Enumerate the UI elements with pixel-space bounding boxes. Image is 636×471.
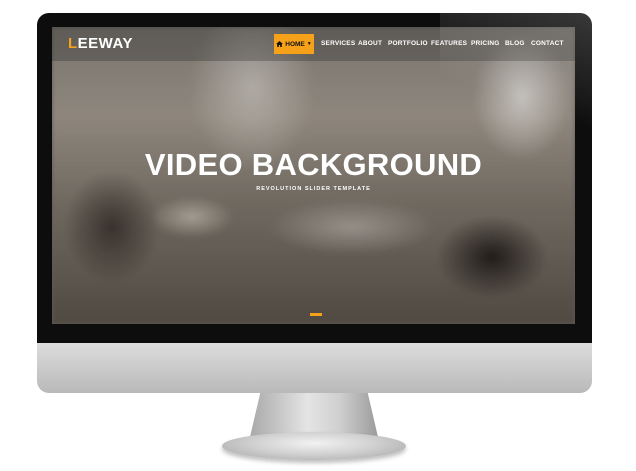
logo-initial: L: [68, 35, 78, 52]
nav-item-portfolio[interactable]: PORTFOLIO: [388, 40, 428, 47]
nav-item-home[interactable]: HOME ▼: [274, 34, 314, 54]
nav-item-services[interactable]: SERVICES: [321, 40, 355, 47]
nav-item-contact[interactable]: CONTACT: [531, 40, 564, 47]
site-logo[interactable]: LEEWAY: [68, 35, 133, 52]
nav-item-about[interactable]: ABOUT: [358, 40, 382, 47]
nav-item-features[interactable]: FEATURES: [431, 40, 467, 47]
monitor-screen: LEEWAY HOME ▼ SERVICES ABOUT PORTFOLIO F…: [52, 27, 575, 324]
slider-bullet[interactable]: [310, 313, 322, 316]
hero-title: VIDEO BACKGROUND: [144, 147, 483, 182]
chevron-down-icon: ▼: [306, 41, 312, 47]
navbar: LEEWAY HOME ▼ SERVICES ABOUT PORTFOLIO F…: [52, 27, 575, 61]
monitor-chin: [37, 343, 592, 393]
nav-item-blog[interactable]: BLOG: [505, 40, 525, 47]
monitor-stand-base: [222, 432, 406, 460]
monitor-stand-neck: [250, 393, 378, 437]
hero-subtitle: REVOLUTION SLIDER TEMPLATE: [256, 186, 371, 192]
imac-mockup: LEEWAY HOME ▼ SERVICES ABOUT PORTFOLIO F…: [0, 0, 636, 471]
home-icon: [276, 41, 284, 47]
logo-text: EEWAY: [77, 35, 133, 52]
nav-item-home-label: HOME: [285, 40, 305, 48]
nav-item-pricing[interactable]: PRICING: [471, 40, 500, 47]
